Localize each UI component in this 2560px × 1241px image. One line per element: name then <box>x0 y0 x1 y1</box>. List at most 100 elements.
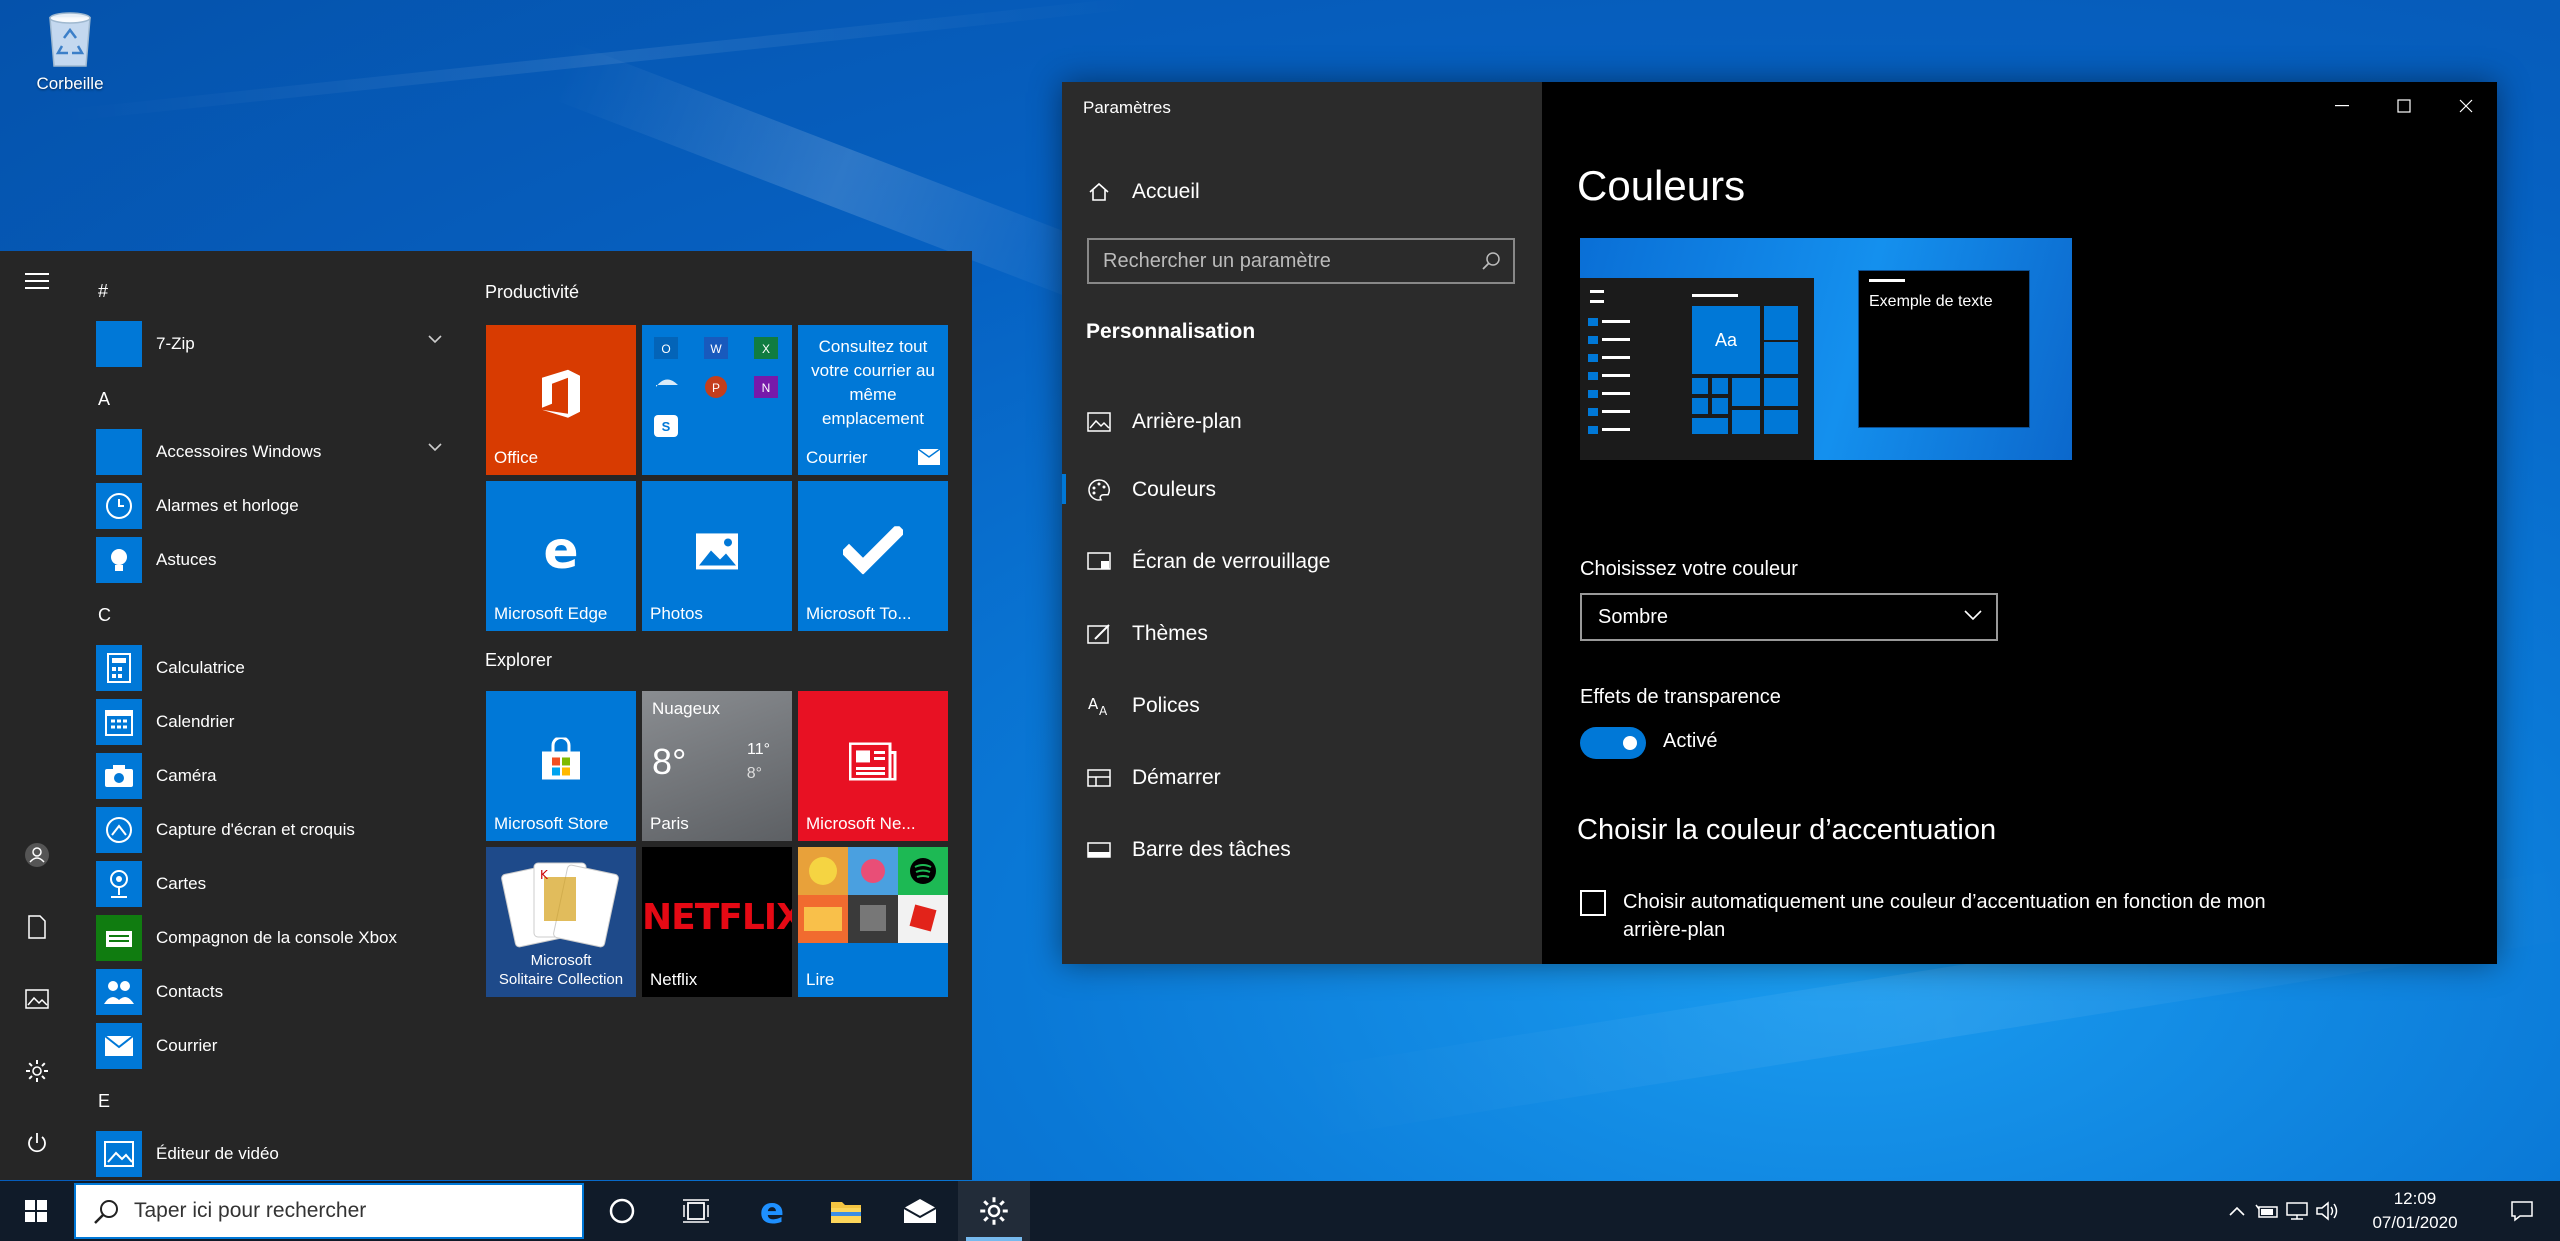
nav-couleurs[interactable]: Couleurs <box>1086 468 1216 512</box>
app-label: Calculatrice <box>156 658 245 677</box>
color-mode-value: Sombre <box>1598 605 1669 628</box>
task-view-button[interactable] <box>660 1181 732 1241</box>
nav-selection-indicator <box>1062 474 1066 504</box>
desktop-icon-recycle-bin[interactable]: Corbeille <box>22 6 118 94</box>
mail-icon <box>96 1023 142 1069</box>
taskbar: Taper ici pour rechercher e 12:09 07/01/… <box>0 1181 2560 1241</box>
tile-promo-text: Consultez tout votre courrier au même em… <box>811 337 935 428</box>
tile-microsoft-news[interactable]: Microsoft Ne... <box>798 691 948 841</box>
tile-office[interactable]: Office <box>486 325 636 475</box>
taskbar-icon <box>1086 842 1112 858</box>
nav-themes[interactable]: Thèmes <box>1086 612 1208 656</box>
hamburger-menu-icon[interactable] <box>23 267 51 295</box>
games-collage-icon <box>798 847 948 943</box>
tile-play[interactable]: Lire <box>798 847 948 997</box>
action-center-button[interactable] <box>2494 1181 2550 1241</box>
camera-icon <box>96 753 142 799</box>
pictures-icon[interactable] <box>23 985 51 1013</box>
battery-button[interactable] <box>2252 1181 2282 1241</box>
svg-text:S: S <box>662 419 671 434</box>
list-item[interactable]: Cartes <box>96 860 460 908</box>
tile-photos[interactable]: Photos <box>642 481 792 631</box>
documents-icon[interactable] <box>23 913 51 941</box>
nav-arriere-plan[interactable]: Arrière-plan <box>1086 400 1242 444</box>
tile-netflix[interactable]: NETFLIX Netflix <box>642 847 792 997</box>
nav-demarrer[interactable]: Démarrer <box>1086 756 1221 800</box>
snip-icon <box>96 807 142 853</box>
clock-time: 12:09 <box>2393 1189 2437 1208</box>
list-item[interactable]: Alarmes et horloge <box>96 482 460 530</box>
auto-accent-checkbox[interactable] <box>1580 890 1606 916</box>
taskbar-mail-button[interactable] <box>884 1181 956 1241</box>
auto-accent-label[interactable]: Choisir automatiquement une couleur d’ac… <box>1623 888 2273 944</box>
taskbar-clock[interactable]: 12:09 07/01/2020 <box>2360 1187 2470 1235</box>
tile-microsoft-edge[interactable]: e Microsoft Edge <box>486 481 636 631</box>
taskbar-search-placeholder: Taper ici pour rechercher <box>134 1199 367 1222</box>
list-item[interactable]: Compagnon de la console Xbox <box>96 914 460 962</box>
svg-text:W: W <box>710 342 722 356</box>
section-letter[interactable]: # <box>98 281 108 302</box>
tile-solitaire[interactable]: K Microsoft Solitaire Collection <box>486 847 636 997</box>
section-letter[interactable]: E <box>98 1091 110 1112</box>
tile-microsoft-todo[interactable]: Microsoft To... <box>798 481 948 631</box>
calculator-icon <box>96 645 142 691</box>
list-item[interactable]: Calculatrice <box>96 644 460 692</box>
theme-preview: Aa Exemple de texte <box>1580 238 2072 460</box>
nav-barre-des-taches[interactable]: Barre des tâches <box>1086 828 1291 872</box>
show-hidden-icons-button[interactable] <box>2222 1181 2252 1241</box>
tile-group-title[interactable]: Explorer <box>485 650 552 671</box>
volume-button[interactable] <box>2312 1181 2342 1241</box>
tile-courrier[interactable]: Consultez tout votre courrier au même em… <box>798 325 948 475</box>
preview-window-titlebar <box>1869 279 1905 282</box>
list-item[interactable]: Éditeur de vidéo <box>96 1130 460 1178</box>
calendar-icon <box>96 699 142 745</box>
transparency-toggle[interactable] <box>1580 727 1646 759</box>
mail-icon <box>903 1199 937 1223</box>
color-mode-dropdown[interactable]: Sombre <box>1580 593 1998 641</box>
list-item[interactable]: Astuces <box>96 536 460 584</box>
nav-home[interactable]: Accueil <box>1086 170 1200 214</box>
taskbar-edge-button[interactable]: e <box>736 1181 808 1241</box>
people-icon <box>96 969 142 1015</box>
user-account-icon[interactable] <box>23 841 51 869</box>
section-letter[interactable]: C <box>98 605 111 626</box>
settings-gear-icon[interactable] <box>23 1057 51 1085</box>
section-letter[interactable]: A <box>98 389 110 410</box>
list-item[interactable]: Contacts <box>96 968 460 1016</box>
nav-item-label: Couleurs <box>1132 478 1217 501</box>
network-icon <box>2286 1202 2308 1220</box>
taskbar-settings-button[interactable] <box>958 1181 1030 1241</box>
nav-polices[interactable]: AA Polices <box>1086 684 1200 728</box>
list-item[interactable]: Accessoires Windows <box>96 428 460 476</box>
settings-search-input[interactable]: Rechercher un paramètre <box>1087 238 1515 284</box>
accent-heading: Choisir la couleur d’accentuation <box>1577 814 1997 846</box>
list-item[interactable]: 7-Zip <box>96 320 460 368</box>
tile-label: Office <box>494 448 539 467</box>
palette-icon <box>1086 478 1112 502</box>
start-button[interactable] <box>0 1181 72 1241</box>
window-title: Paramètres <box>1083 98 1171 117</box>
video-editor-icon <box>96 1131 142 1177</box>
svg-text:K: K <box>540 868 549 882</box>
app-label: Astuces <box>156 550 217 569</box>
search-icon <box>94 1200 118 1224</box>
network-button[interactable] <box>2282 1181 2312 1241</box>
nav-ecran-verrouillage[interactable]: Écran de verrouillage <box>1086 540 1330 584</box>
tile-label: Netflix <box>650 970 698 989</box>
taskbar-search-input[interactable]: Taper ici pour rechercher <box>74 1183 584 1239</box>
preview-tile-text: Aa <box>1714 329 1738 350</box>
tile-office-apps-folder[interactable]: O W X P N S <box>642 325 792 475</box>
svg-text:A: A <box>1099 704 1108 717</box>
tile-microsoft-store[interactable]: Microsoft Store <box>486 691 636 841</box>
list-item[interactable]: Capture d'écran et croquis <box>96 806 460 854</box>
list-item[interactable]: Courrier <box>96 1022 460 1070</box>
app-label: Courrier <box>156 1036 218 1055</box>
tile-group-title[interactable]: Productivité <box>485 282 579 303</box>
list-item[interactable]: Caméra <box>96 752 460 800</box>
power-icon[interactable] <box>23 1129 51 1157</box>
checkmark-icon <box>843 526 903 575</box>
taskbar-file-explorer-button[interactable] <box>810 1181 882 1241</box>
list-item[interactable]: Calendrier <box>96 698 460 746</box>
tile-weather[interactable]: Nuageux 8° 11° 8° Paris <box>642 691 792 841</box>
cortana-button[interactable] <box>586 1181 658 1241</box>
